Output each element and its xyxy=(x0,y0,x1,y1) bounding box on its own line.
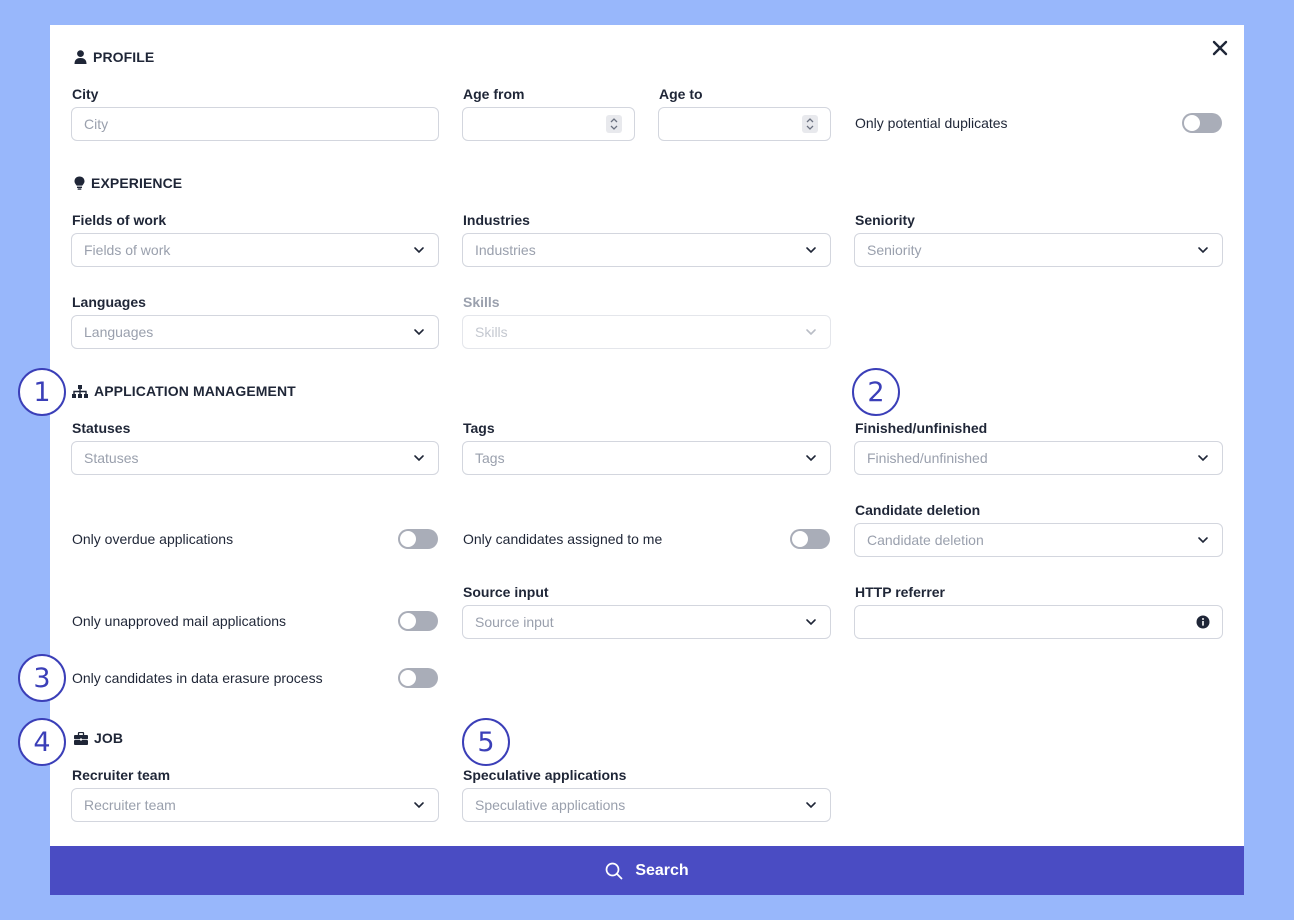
search-filter-panel: PROFILE City Age from Age to Only potent… xyxy=(50,25,1244,895)
briefcase-icon xyxy=(74,731,88,745)
speculative-applications-placeholder: Speculative applications xyxy=(475,797,626,813)
industries-label: Industries xyxy=(463,212,530,228)
section-title-label: APPLICATION MANAGEMENT xyxy=(94,383,296,399)
toggle-knob xyxy=(400,670,416,686)
chevron-down-icon xyxy=(806,802,816,809)
only-potential-duplicates-toggle[interactable] xyxy=(1182,113,1222,133)
languages-placeholder: Languages xyxy=(84,324,154,340)
section-experience: EXPERIENCE xyxy=(74,173,182,193)
statuses-select[interactable]: Statuses xyxy=(71,441,439,475)
only-assigned-to-me-label: Only candidates assigned to me xyxy=(463,531,663,547)
chevron-down-icon xyxy=(414,802,424,809)
http-referrer-label: HTTP referrer xyxy=(855,584,946,600)
toggle-knob xyxy=(400,531,416,547)
recruiter-team-select[interactable]: Recruiter team xyxy=(71,788,439,822)
section-title-label: EXPERIENCE xyxy=(91,175,183,191)
fields-of-work-label: Fields of work xyxy=(72,212,167,228)
only-potential-duplicates-label: Only potential duplicates xyxy=(855,115,1008,131)
languages-label: Languages xyxy=(72,294,146,310)
chevron-down-icon xyxy=(1198,247,1208,254)
seniority-label: Seniority xyxy=(855,212,915,228)
http-referrer-input[interactable] xyxy=(854,605,1223,639)
section-job: JOB xyxy=(74,728,123,748)
finished-unfinished-placeholder: Finished/unfinished xyxy=(867,450,988,466)
skills-placeholder: Skills xyxy=(475,324,508,340)
section-application-management: APPLICATION MANAGEMENT xyxy=(72,381,296,401)
lightbulb-icon xyxy=(74,176,85,190)
search-icon xyxy=(605,862,623,879)
toggle-knob xyxy=(400,613,416,629)
source-input-placeholder: Source input xyxy=(475,614,554,630)
candidate-deletion-select[interactable]: Candidate deletion xyxy=(854,523,1223,557)
chevron-down-icon xyxy=(806,247,816,254)
fields-of-work-select[interactable]: Fields of work xyxy=(71,233,439,267)
annotation-marker-4: 4 xyxy=(18,718,66,766)
source-input-label: Source input xyxy=(463,584,549,600)
tags-placeholder: Tags xyxy=(475,450,505,466)
speculative-applications-select[interactable]: Speculative applications xyxy=(462,788,831,822)
languages-select[interactable]: Languages xyxy=(71,315,439,349)
user-icon xyxy=(74,50,87,64)
age-to-input[interactable] xyxy=(658,107,831,141)
age-from-input[interactable] xyxy=(462,107,635,141)
number-stepper-icon[interactable] xyxy=(802,115,818,133)
speculative-applications-label: Speculative applications xyxy=(463,767,627,783)
seniority-select[interactable]: Seniority xyxy=(854,233,1223,267)
chevron-down-icon xyxy=(414,247,424,254)
only-data-erasure-toggle[interactable] xyxy=(398,668,438,688)
city-label: City xyxy=(72,86,99,102)
search-button[interactable]: Search xyxy=(50,846,1244,895)
statuses-label: Statuses xyxy=(72,420,131,436)
annotation-marker-2: 2 xyxy=(852,368,900,416)
sitemap-icon xyxy=(72,384,88,398)
skills-select: Skills xyxy=(462,315,831,349)
age-to-label: Age to xyxy=(659,86,703,102)
only-unapproved-mail-label: Only unapproved mail applications xyxy=(72,613,287,629)
tags-label: Tags xyxy=(463,420,495,436)
number-stepper-icon[interactable] xyxy=(606,115,622,133)
chevron-down-icon xyxy=(1198,455,1208,462)
annotation-marker-5: 5 xyxy=(462,718,510,766)
section-title-label: JOB xyxy=(94,730,124,746)
city-input[interactable] xyxy=(84,116,426,132)
only-unapproved-mail-toggle[interactable] xyxy=(398,611,438,631)
industries-select[interactable]: Industries xyxy=(462,233,831,267)
recruiter-team-placeholder: Recruiter team xyxy=(84,797,176,813)
search-button-label: Search xyxy=(635,861,689,879)
chevron-down-icon xyxy=(806,455,816,462)
only-overdue-label: Only overdue applications xyxy=(72,531,234,547)
info-icon[interactable] xyxy=(1196,615,1210,629)
source-input-select[interactable]: Source input xyxy=(462,605,831,639)
annotation-marker-1: 1 xyxy=(18,368,66,416)
chevron-down-icon xyxy=(414,455,424,462)
candidate-deletion-label: Candidate deletion xyxy=(855,502,981,518)
section-profile: PROFILE xyxy=(74,47,154,67)
skills-label: Skills xyxy=(463,294,500,310)
only-assigned-to-me-toggle[interactable] xyxy=(790,529,830,549)
chevron-down-icon xyxy=(806,619,816,626)
recruiter-team-label: Recruiter team xyxy=(72,767,171,783)
industries-placeholder: Industries xyxy=(475,242,536,258)
toggle-knob xyxy=(1184,115,1200,131)
close-icon[interactable] xyxy=(1210,38,1230,58)
fields-of-work-placeholder: Fields of work xyxy=(84,242,171,258)
chevron-down-icon xyxy=(1198,537,1208,544)
age-from-label: Age from xyxy=(463,86,525,102)
tags-select[interactable]: Tags xyxy=(462,441,831,475)
section-title-label: PROFILE xyxy=(93,49,155,65)
chevron-down-icon xyxy=(806,329,816,336)
only-data-erasure-label: Only candidates in data erasure process xyxy=(72,670,323,686)
city-field[interactable] xyxy=(71,107,439,141)
only-overdue-toggle[interactable] xyxy=(398,529,438,549)
chevron-down-icon xyxy=(414,329,424,336)
finished-unfinished-label: Finished/unfinished xyxy=(855,420,988,436)
annotation-marker-3: 3 xyxy=(18,654,66,702)
toggle-knob xyxy=(792,531,808,547)
finished-unfinished-select[interactable]: Finished/unfinished xyxy=(854,441,1223,475)
candidate-deletion-placeholder: Candidate deletion xyxy=(867,532,984,548)
seniority-placeholder: Seniority xyxy=(867,242,922,258)
statuses-placeholder: Statuses xyxy=(84,450,139,466)
